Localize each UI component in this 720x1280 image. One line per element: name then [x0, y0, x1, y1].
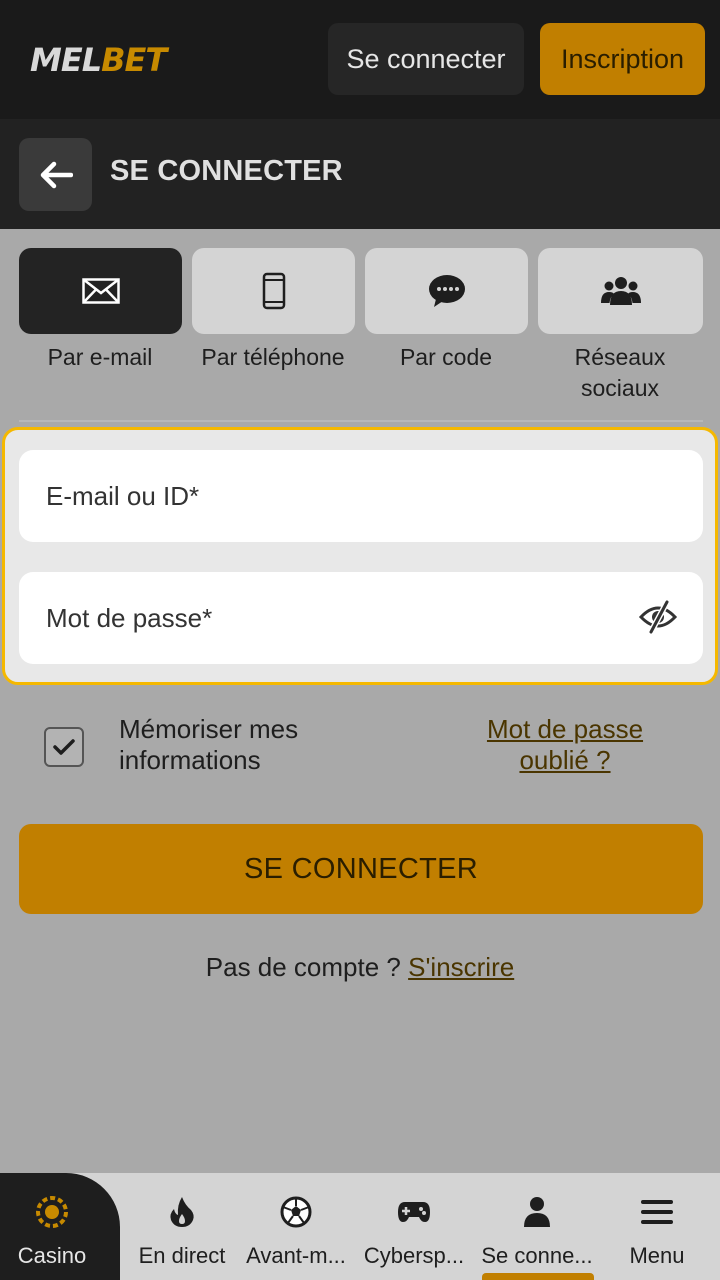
nav-menu-label: Menu [629, 1243, 685, 1268]
nav-prematch-label: Avant-m... [246, 1243, 346, 1268]
nav-live-label: En direct [138, 1243, 226, 1268]
tab-email[interactable] [19, 248, 182, 334]
logo-bet: BET [101, 41, 167, 79]
remember-checkbox[interactable] [44, 727, 84, 767]
email-placeholder: E-mail ou ID* [46, 480, 200, 511]
nav-live[interactable]: En direct [122, 1173, 242, 1280]
tab-social[interactable] [538, 248, 703, 334]
envelope-icon [81, 278, 120, 304]
nav-casino[interactable]: Casino [0, 1173, 112, 1280]
password-field[interactable]: Mot de passe* [19, 572, 703, 664]
phone-icon [262, 272, 285, 310]
gamepad-icon [398, 1202, 430, 1222]
nav-prematch[interactable]: Avant-m... [236, 1173, 356, 1280]
tab-social-label: Réseaux sociaux [574, 344, 666, 401]
user-icon [524, 1197, 550, 1227]
nav-esports-label: Cybersp... [363, 1243, 465, 1268]
nav-login-label: Se conne... [481, 1243, 593, 1268]
submit-login-button[interactable]: SE CONNECTER [19, 824, 703, 914]
page-header: SE CONNECTER [0, 119, 720, 229]
password-placeholder: Mot de passe* [46, 602, 213, 633]
no-account-text: Pas de compte ? [205, 952, 409, 982]
nav-esports[interactable]: Cybersp... [354, 1173, 474, 1280]
top-bar: MELBET Se connecter Inscription [0, 0, 720, 119]
signup-link[interactable]: S'inscrire [408, 952, 514, 982]
back-button[interactable] [19, 138, 92, 211]
chat-bubble-icon [428, 275, 465, 307]
eye-slash-icon[interactable] [639, 600, 677, 634]
logo-mel: MEL [30, 41, 102, 79]
melbet-logo[interactable]: MELBET [30, 40, 167, 80]
divider [19, 420, 703, 422]
remember-label[interactable]: Mémoriser mes informations [119, 714, 379, 776]
tab-code[interactable] [365, 248, 528, 334]
nav-active-indicator [482, 1273, 594, 1280]
flame-icon [170, 1197, 194, 1227]
nav-menu[interactable]: Menu [597, 1173, 717, 1280]
soccer-ball-icon [280, 1196, 312, 1228]
page-title: SE CONNECTER [110, 155, 343, 187]
hamburger-menu-icon [641, 1200, 673, 1224]
header-login-button[interactable]: Se connecter [328, 23, 524, 95]
bottom-nav: Casino En direct Avant-m... Cybersp... S… [0, 1173, 720, 1280]
casino-chip-icon [36, 1196, 68, 1228]
arrow-left-icon [40, 161, 73, 188]
group-icon [600, 277, 641, 305]
checkmark-icon [53, 739, 75, 755]
signup-prompt: Pas de compte ? S'inscrire [0, 952, 720, 983]
nav-login[interactable]: Se conne... [477, 1173, 597, 1280]
tab-phone[interactable] [192, 248, 355, 334]
tab-phone-label: Par téléphone [201, 344, 345, 370]
tab-code-label: Par code [399, 344, 493, 370]
forgot-password-link[interactable]: Mot de passe oublié ? [460, 714, 670, 776]
header-register-button[interactable]: Inscription [540, 23, 705, 95]
nav-casino-label: Casino [17, 1243, 87, 1268]
email-field[interactable]: E-mail ou ID* [19, 450, 703, 542]
tab-email-label: Par e-mail [47, 344, 153, 370]
